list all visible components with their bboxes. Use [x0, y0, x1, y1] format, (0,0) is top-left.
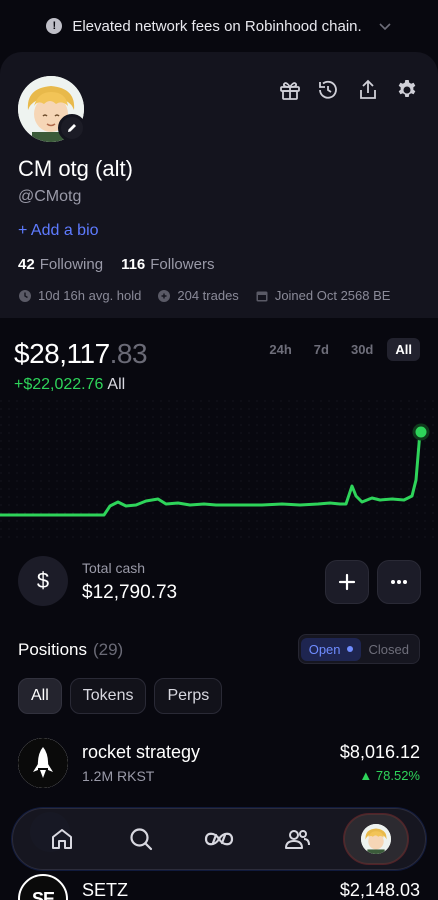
user-handle: @CMotg	[18, 188, 82, 205]
users-icon	[285, 830, 311, 849]
following-link[interactable]: 42 Following	[18, 256, 103, 273]
chart-endpoint	[412, 423, 430, 441]
joined-stat: Joined Oct 2568 BE	[255, 288, 391, 303]
nav-profile[interactable]	[343, 814, 408, 864]
infinity-icon	[204, 832, 234, 846]
range-30d[interactable]: 30d	[343, 338, 381, 361]
range-all[interactable]: All	[387, 338, 420, 361]
position-value: $2,148.03	[339, 880, 420, 900]
share-icon	[360, 79, 376, 99]
profile-stats: 10d 16h avg. hold 204 trades Joined Oct …	[18, 288, 390, 303]
setz-token-icon: SE	[18, 874, 68, 900]
nav-social[interactable]	[265, 814, 329, 864]
range-7d[interactable]: 7d	[306, 338, 337, 361]
info-icon: !	[46, 18, 63, 34]
toggle-open[interactable]: Open	[300, 637, 361, 661]
trades-text: 204 trades	[177, 288, 239, 303]
portfolio-change-amount: +$22,022.76	[14, 376, 104, 393]
filter-all[interactable]: All	[18, 678, 62, 714]
nav-search[interactable]	[109, 814, 173, 864]
open-dot-icon	[346, 646, 353, 652]
clock-icon	[19, 289, 31, 302]
position-amount: 1.2M RKST	[82, 768, 155, 784]
joined-text: Joined Oct 2568 BE	[274, 288, 391, 303]
follow-counts: 42 Following 116 Followers	[18, 256, 214, 273]
range-24h[interactable]: 24h	[261, 338, 299, 361]
portfolio-value-cents: .83	[109, 338, 148, 369]
pencil-icon	[68, 124, 76, 132]
followers-link[interactable]: 116 Followers	[121, 256, 214, 273]
position-change: ▲ 78.52%	[359, 768, 420, 783]
toggle-open-label: Open	[308, 641, 341, 657]
following-label: Following	[39, 256, 104, 273]
gift-button[interactable]	[276, 76, 304, 104]
cash-label: Total cash	[82, 560, 146, 576]
history-icon	[319, 80, 337, 99]
positions-label: Positions	[18, 640, 87, 659]
profile-avatar-icon	[360, 824, 391, 854]
gift-icon	[280, 82, 300, 100]
network-banner[interactable]: ! Elevated network fees on Robinhood cha…	[0, 0, 438, 52]
trades-stat: 204 trades	[157, 288, 239, 303]
avg-hold-stat: 10d 16h avg. hold	[18, 288, 141, 303]
plus-icon	[338, 573, 356, 591]
positions-status-toggle: Open Closed	[297, 634, 420, 664]
home-icon	[52, 829, 73, 849]
position-value: $8,016.12	[339, 742, 420, 762]
rocket-token-icon	[18, 738, 68, 788]
following-count: 42	[18, 256, 35, 273]
position-name[interactable]: SETZ	[82, 880, 128, 900]
portfolio-value: $28,117.83	[14, 338, 148, 370]
cash-icon: $	[18, 556, 68, 606]
followers-label: Followers	[150, 256, 215, 273]
position-name[interactable]: rocket strategy	[82, 742, 200, 763]
edit-avatar-button[interactable]	[58, 114, 86, 142]
filter-tokens[interactable]: Tokens	[69, 678, 147, 714]
portfolio-change: +$22,022.76 All	[14, 376, 125, 394]
toggle-closed[interactable]: Closed	[361, 638, 417, 661]
banner-text: Elevated network fees on Robinhood chain…	[72, 17, 362, 35]
history-button[interactable]	[314, 76, 342, 104]
portfolio-chart	[0, 400, 438, 540]
nav-home[interactable]	[30, 814, 94, 864]
positions-title: Positions (29)	[18, 640, 123, 660]
positions-filters: All Tokens Perps	[18, 678, 223, 714]
positions-count: (29)	[92, 640, 124, 659]
chevron-down-icon	[379, 23, 391, 31]
display-name: CM otg (alt)	[18, 156, 133, 181]
range-selector: 24h 7d 30d All	[261, 338, 420, 361]
gear-icon	[398, 80, 416, 97]
portfolio-change-label: All	[107, 376, 126, 393]
add-cash-button[interactable]	[325, 560, 369, 604]
calendar-icon	[256, 291, 268, 301]
followers-count: 116	[121, 256, 146, 273]
filter-perps[interactable]: Perps	[154, 678, 223, 714]
add-bio-link[interactable]: + Add a bio	[18, 222, 99, 240]
settings-button[interactable]	[393, 76, 421, 104]
portfolio-value-whole: $28,117	[14, 338, 110, 369]
search-icon	[129, 828, 152, 851]
coin-icon	[158, 289, 171, 302]
nav-trade[interactable]	[187, 814, 251, 864]
more-options-button[interactable]	[377, 560, 421, 604]
more-icon	[391, 580, 407, 584]
bottom-nav	[12, 808, 426, 870]
cash-value: $12,790.73	[82, 582, 178, 603]
avg-hold-text: 10d 16h avg. hold	[38, 288, 142, 303]
share-button[interactable]	[354, 76, 382, 104]
